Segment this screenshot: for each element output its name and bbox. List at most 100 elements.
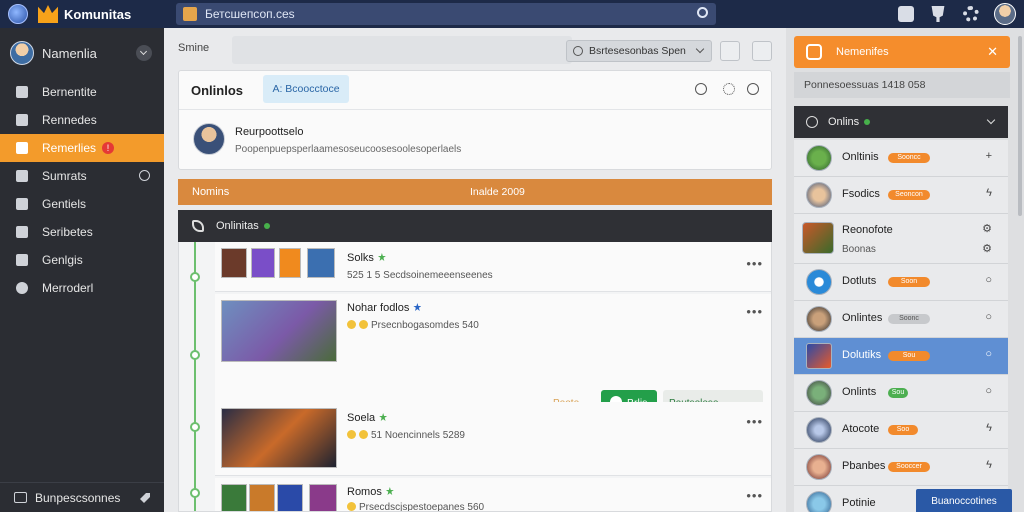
game-thumbnail[interactable]: [279, 248, 301, 278]
poster-name[interactable]: Reurpoottselo: [235, 126, 304, 138]
friend-row-selected[interactable]: Dolutiks Sou ○: [794, 338, 1008, 375]
camera-icon[interactable]: [720, 41, 740, 61]
search-bar[interactable]: [176, 3, 716, 25]
folder-icon: [16, 142, 28, 154]
avatar[interactable]: [193, 123, 225, 155]
bolt-icon[interactable]: ϟ: [986, 187, 992, 199]
circle-icon[interactable]: ○: [985, 311, 992, 323]
post-title[interactable]: Romos: [347, 486, 394, 498]
sidebar-item-label: Merroderl: [42, 281, 94, 295]
sidebar-item-label: Sumrats: [42, 169, 87, 183]
friends-footer-button[interactable]: Buanoccotines: [916, 489, 1012, 512]
friend-row[interactable]: Dotluts Soon ○: [794, 264, 1008, 301]
badge-icon: [413, 303, 422, 311]
close-icon[interactable]: ✕: [987, 44, 998, 60]
orange-section-bar[interactable]: Nomins Inalde 2009: [178, 179, 772, 205]
sidebar-item-1[interactable]: Rennedes: [0, 106, 164, 134]
circle-icon[interactable]: ○: [985, 385, 992, 397]
phone-icon: [192, 220, 204, 232]
game-thumbnail[interactable]: [249, 484, 275, 511]
zoom-icon[interactable]: [747, 83, 759, 95]
star-icon: [379, 413, 388, 421]
notifications-banner[interactable]: Nemenifes ✕: [794, 36, 1010, 68]
wrench-icon[interactable]: [140, 493, 150, 503]
sidebar-item-label: Gentiels: [42, 197, 87, 211]
settings-icon[interactable]: ⚙: [982, 242, 992, 255]
bolt-icon[interactable]: ϟ: [986, 459, 992, 471]
post-title[interactable]: Solks: [347, 252, 386, 264]
search-icon[interactable]: [697, 7, 708, 18]
friend-name: Onltinis: [842, 151, 879, 163]
online-friends-header[interactable]: Onlins: [794, 106, 1008, 138]
search-icon[interactable]: [695, 83, 707, 95]
filter-input[interactable]: [232, 36, 572, 64]
post-title[interactable]: Soela: [347, 412, 388, 424]
settings-icon[interactable]: ⚙: [982, 222, 992, 235]
card-tag[interactable]: A: Bcoocctoce: [263, 75, 349, 103]
bolt-icon[interactable]: ϟ: [986, 422, 992, 434]
sidebar-item-0[interactable]: Bernentite: [0, 78, 164, 106]
sidebar-user[interactable]: Namenlia: [0, 28, 164, 78]
sort-dropdown[interactable]: Bsrtesesonbas Spen: [566, 40, 712, 62]
gear-icon[interactable]: [963, 6, 979, 22]
globe-icon[interactable]: [8, 4, 28, 24]
sidebar-item-label: Seribetes: [42, 225, 93, 239]
more-options-icon[interactable]: •••: [746, 256, 763, 271]
chevron-down-icon[interactable]: [986, 115, 996, 125]
friend-row[interactable]: Onlintes Soonc ○: [794, 301, 1008, 338]
friend-row[interactable]: Reonofote Boonas ⚙ ⚙: [794, 214, 1008, 264]
game-screenshot[interactable]: [221, 408, 337, 468]
sidebar-item-4[interactable]: Gentiels: [0, 190, 164, 218]
avatar: [806, 269, 832, 295]
circle-icon[interactable]: ○: [985, 274, 992, 286]
chevron-down-icon[interactable]: [136, 45, 152, 61]
people-icon: [16, 254, 28, 266]
friend-row[interactable]: Pbanbes Sooccer ϟ: [794, 449, 1008, 486]
emoji-icon: [347, 430, 356, 439]
friends-list: Onltinis Sooncc + Fsodics Seoncon ϟ Reon…: [794, 140, 1008, 512]
section-label: Onlins: [828, 116, 860, 128]
feed-post[interactable]: Soela 51 Noencinnels 5289 •••: [215, 402, 771, 476]
feed-post[interactable]: Romos Prsecdscjspestoepanes 560 •••: [215, 478, 771, 511]
sidebar-item-2[interactable]: Remerlies !: [0, 134, 164, 162]
more-options-icon[interactable]: •••: [746, 304, 763, 319]
game-thumbnail[interactable]: [307, 248, 335, 278]
circle-icon[interactable]: ○: [985, 348, 992, 360]
game-thumbnail[interactable]: [309, 484, 337, 511]
sidebar-item-3[interactable]: Sumrats: [0, 162, 164, 190]
gear-icon[interactable]: [723, 83, 735, 95]
timeline-line: [194, 242, 196, 511]
game-screenshot[interactable]: [221, 300, 337, 362]
scrollbar[interactable]: [1018, 36, 1022, 216]
friend-row[interactable]: Onlints Sou ○: [794, 375, 1008, 412]
trophy-icon[interactable]: [931, 6, 945, 22]
friend-row[interactable]: Fsodics Seoncon ϟ: [794, 177, 1008, 214]
crown-logo-icon[interactable]: [38, 5, 58, 23]
sidebar-item-5[interactable]: Seribetes: [0, 218, 164, 246]
timeline-dot: [190, 272, 200, 282]
friend-row[interactable]: Onltinis Sooncc +: [794, 140, 1008, 177]
sidebar-item-6[interactable]: Genlgis: [0, 246, 164, 274]
avatar: [806, 343, 832, 369]
game-thumbnail[interactable]: [221, 484, 247, 511]
sidebar-item-7[interactable]: Merroderl: [0, 274, 164, 302]
chat-icon[interactable]: [898, 6, 914, 22]
more-options-icon[interactable]: •••: [746, 488, 763, 503]
friend-name: Pbanbes: [842, 460, 886, 472]
timeline-dot: [190, 422, 200, 432]
online-section-header[interactable]: Onlinitas: [178, 210, 772, 242]
feed-post[interactable]: Solks 525 1 5 Secdsoinemeeenseenes •••: [215, 242, 771, 292]
sidebar-footer[interactable]: Bunpescsonnes: [0, 482, 164, 512]
user-avatar[interactable]: [994, 3, 1016, 25]
game-thumbnail[interactable]: [221, 248, 247, 278]
search-input[interactable]: [205, 7, 675, 21]
post-title[interactable]: Nohar fodlos: [347, 302, 422, 314]
game-thumbnail[interactable]: [251, 248, 275, 278]
more-options-icon[interactable]: •••: [746, 414, 763, 429]
add-icon[interactable]: +: [986, 150, 992, 162]
friend-row[interactable]: Atocote Soo ϟ: [794, 412, 1008, 449]
app-brand[interactable]: Komunitas: [64, 7, 131, 22]
notif-title: Nemenifes: [836, 46, 889, 58]
refresh-icon[interactable]: [752, 41, 772, 61]
game-thumbnail[interactable]: [277, 484, 303, 511]
